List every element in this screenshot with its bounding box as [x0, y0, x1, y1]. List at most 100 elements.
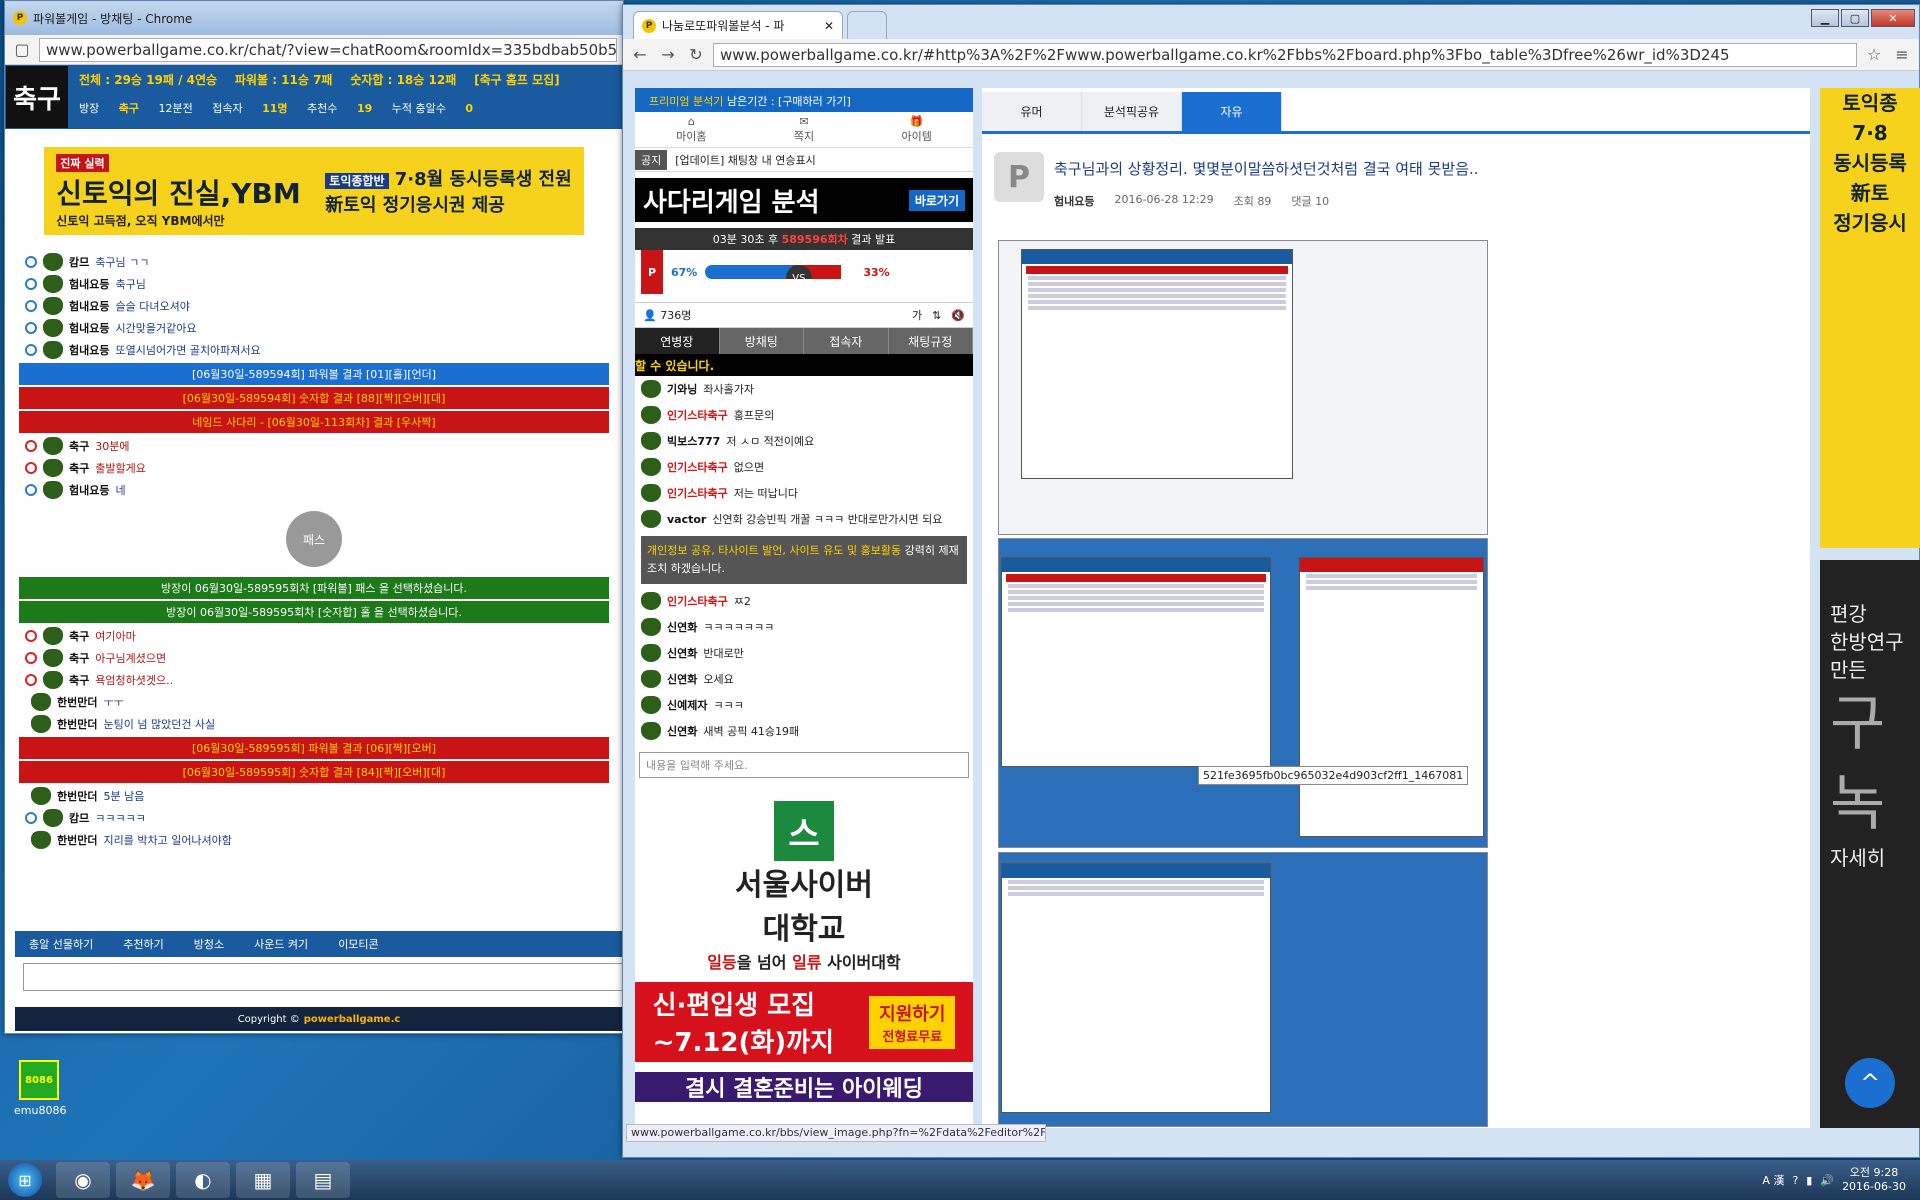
ladder-title: 사다리게임 분석 [643, 187, 820, 218]
board-tab[interactable]: 분석픽공유 [1082, 92, 1182, 131]
chat-tab[interactable]: 연병장 [635, 328, 720, 354]
clock[interactable]: 오전 9:28 2016-06-30 [1842, 1166, 1906, 1194]
chat-nick[interactable]: 축구 [69, 460, 89, 476]
room-chat-input[interactable] [23, 963, 623, 991]
sidebar-message[interactable]: ✉ 쪽지 [748, 112, 861, 147]
start-button[interactable]: ⊞ [0, 1160, 50, 1200]
forward-arrow-icon[interactable]: → [657, 44, 679, 66]
chat-nick[interactable]: 한번만더 [57, 694, 97, 710]
chat-nick[interactable]: 캄므 [69, 254, 89, 270]
left-window-titlebar[interactable]: P 파워볼게임 - 방채팅 - Chrome [5, 1, 623, 35]
chat-nick[interactable]: 축구 [69, 650, 89, 666]
menu-hamburger-icon[interactable]: ≡ [1891, 44, 1913, 66]
vote-bar[interactable]: P 67% VS 33% [635, 250, 973, 294]
post-screenshot-1[interactable] [998, 240, 1488, 535]
desktop-icon-emu8086[interactable]: 8086 emu8086 [14, 1060, 66, 1117]
left-url-field[interactable]: www.powerballgame.co.kr/chat/?view=chatR… [39, 37, 617, 62]
new-tab-button[interactable] [847, 11, 887, 39]
bottom-menu-item[interactable]: 이모티콘 [338, 936, 378, 952]
taskbar-app[interactable]: ◉ [56, 1162, 110, 1198]
chat-nick[interactable]: vactor [667, 513, 706, 526]
chat-nick[interactable]: 기와닝 [667, 381, 697, 397]
chat-nick[interactable]: 험내요등 [69, 482, 109, 498]
taskbar-app[interactable]: ▤ [296, 1162, 350, 1198]
back-arrow-icon[interactable]: ← [629, 44, 651, 66]
scroll-top-button[interactable]: ^ [1845, 1058, 1895, 1108]
apply-button[interactable]: 지원하기 [879, 1000, 945, 1026]
chat-nick[interactable]: 험내요등 [69, 276, 109, 292]
bottom-menu-item[interactable]: 사운드 켜기 [254, 936, 308, 952]
chat-nick[interactable]: 험내요등 [69, 298, 109, 314]
taskbar-app[interactable]: 🦊 [116, 1162, 170, 1198]
chat-nick[interactable]: 신연화 [667, 671, 697, 687]
chat-line: 축구 욕엄청하셧겟으.. [19, 669, 609, 691]
ladder-game-banner[interactable]: 사다리게임 분석 바로가기 [635, 178, 973, 222]
close-button[interactable]: ✕ [1871, 9, 1915, 27]
lobby-chat-log[interactable]: 기와닝 좌사홀가자 인기스타축구 홍프문의 빅보스777 저 ㅅㅁ 적전이예요 인기스타축구… [635, 376, 973, 744]
tab-close-icon[interactable]: ✕ [824, 19, 834, 33]
taskbar-app[interactable]: ◐ [176, 1162, 230, 1198]
chat-nick[interactable]: 신예제자 [667, 697, 707, 713]
browser-url-field[interactable]: www.powerballgame.co.kr/#http%3A%2F%2Fww… [713, 42, 1857, 67]
minimize-button[interactable]: ▁ [1811, 9, 1839, 27]
chat-nick[interactable]: 인기스타축구 [667, 459, 728, 475]
font-size-icon[interactable]: 가 [912, 307, 922, 323]
chat-nick[interactable]: 신연화 [667, 619, 697, 635]
chat-nick[interactable]: 인기스타축구 [667, 593, 728, 609]
sidebar-notice[interactable]: 공지 [업데이트] 채팅창 내 연승표시 [635, 148, 973, 172]
toeic-side-ad[interactable]: 토익종 7·8 동시등록 新토 정기응시 [1820, 88, 1920, 548]
help-icon[interactable]: ? [1792, 1174, 1798, 1187]
chat-nick[interactable]: 험내요등 [69, 342, 109, 358]
reload-icon[interactable]: ↻ [685, 44, 707, 66]
scroll-lock-icon[interactable]: ⇅ [932, 309, 941, 322]
pass-button[interactable]: 패스 [286, 511, 342, 567]
chat-nick[interactable]: 축구 [69, 438, 89, 454]
network-icon[interactable]: ▮ [1806, 1174, 1812, 1187]
premium-bar[interactable]: 프리미엄 분석기 남은기간 : [구매하러 가기] [635, 88, 973, 112]
ybm-banner[interactable]: 진짜 실력 신토익의 진실,YBM 신토익 고득점, 오직 YBM에서만 토익종… [44, 147, 584, 235]
board-tab[interactable]: 자유 [1182, 92, 1282, 131]
room-chat-log[interactable]: 캄므 축구님 ㄱㄱ 험내요등 축구님 험내요등 슬슬 다녀오셔야 험내요등 시간맞을거같아요 험… [19, 251, 609, 941]
chat-nick[interactable]: 한번만더 [57, 832, 97, 848]
bottom-menu-item[interactable]: 추천하기 [123, 936, 163, 952]
chat-tab[interactable]: 방채팅 [719, 328, 804, 354]
stat-join[interactable]: [축구 홈프 모집] [474, 73, 560, 87]
browser-tab-active[interactable]: P 나눔로또파워볼분석 - 파 ✕ [633, 11, 843, 39]
chat-nick[interactable]: 한번만더 [57, 716, 97, 732]
bottom-menu-item[interactable]: 총알 선물하기 [29, 936, 93, 952]
admission-ad[interactable]: 신·편입생 모집 ~7.12(화)까지 지원하기 전형료무료 [635, 982, 973, 1062]
input-language[interactable]: A 漢 [1762, 1172, 1784, 1188]
chat-nick[interactable]: 신연화 [667, 645, 697, 661]
bookmark-star-icon[interactable]: ☆ [1863, 44, 1885, 66]
sidebar-gift[interactable]: 🎁 아이템 [860, 112, 973, 147]
bottom-menu-item[interactable]: 방청소 [194, 936, 224, 952]
chat-nick[interactable]: 축구 [69, 672, 89, 688]
post-screenshot-2[interactable] [998, 538, 1488, 848]
cyber-university-ad[interactable]: 스 서울사이버 대학교 일등을 넘어 일류 사이버대학 [635, 792, 973, 982]
chat-nick[interactable]: 빅보스777 [667, 433, 720, 449]
chat-tab[interactable]: 접속자 [804, 328, 889, 354]
post-title[interactable]: 축구님과의 상황정리. 몇몇분이말씀하셧던것처럼 결국 여태 못받음.. [1054, 158, 1479, 179]
round-time: 03분 30초 후 [712, 233, 779, 246]
sidebar-home[interactable]: ⌂ 마이홈 [635, 112, 748, 147]
chat-nick[interactable]: 인기스타축구 [667, 407, 728, 423]
chat-status-icon [25, 300, 37, 312]
chat-nick[interactable]: 신연화 [667, 723, 697, 739]
chat-nick[interactable]: 캄므 [69, 810, 89, 826]
post-author[interactable]: 험내요등 [1054, 193, 1094, 209]
lobby-chat-input[interactable]: 내용을 입력해 주세요. [639, 752, 969, 778]
post-screenshot-3[interactable] [998, 852, 1488, 1127]
volume-icon[interactable]: 🔊 [1820, 1174, 1834, 1187]
chat-nick[interactable]: 한번만더 [57, 788, 97, 804]
chat-nick[interactable]: 험내요등 [69, 320, 109, 336]
chat-tab[interactable]: 채팅규정 [888, 328, 973, 354]
board-tab[interactable]: 유머 [982, 92, 1082, 131]
taskbar-app[interactable]: ▦ [236, 1162, 290, 1198]
mute-icon[interactable]: 🔇 [951, 309, 965, 322]
chat-nick[interactable]: 축구 [69, 628, 89, 644]
maximize-button[interactable]: ▢ [1841, 9, 1869, 27]
chat-nick[interactable]: 인기스타축구 [667, 485, 728, 501]
wedding-ad[interactable]: 결시 결혼준비는 아이웨딩 [635, 1072, 973, 1102]
ladder-go-link[interactable]: 바로가기 [908, 189, 965, 211]
herbal-side-ad[interactable]: 편강 한방연구 만든 구 녹 자세히 [1820, 560, 1920, 1128]
